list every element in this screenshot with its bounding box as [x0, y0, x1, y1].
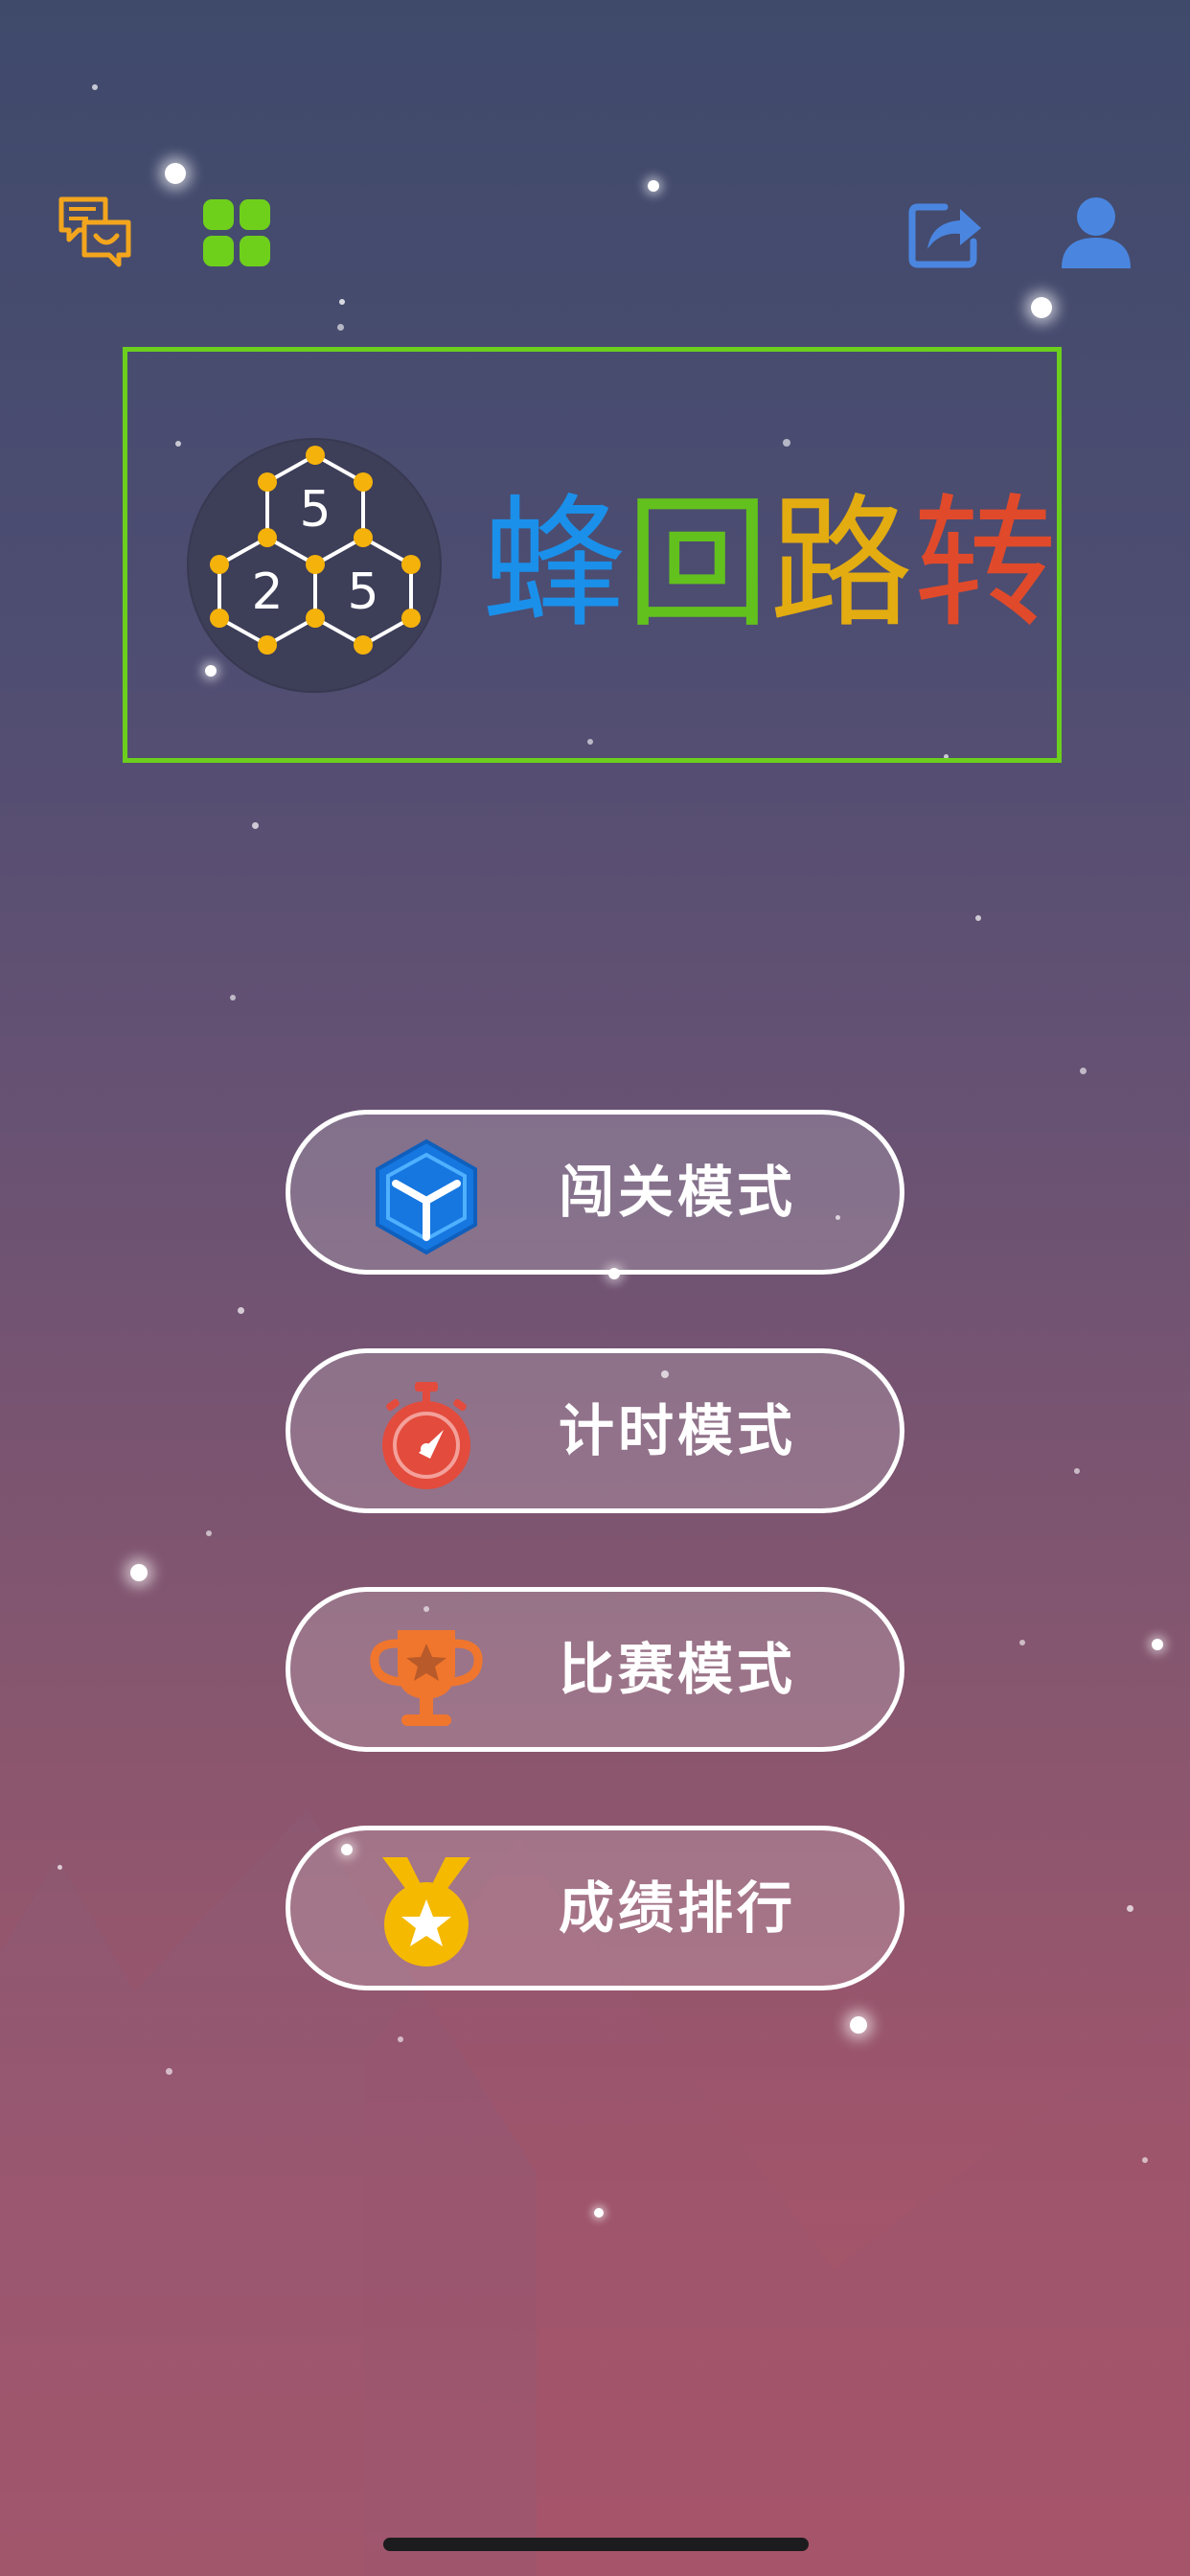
- share-icon[interactable]: [906, 194, 983, 270]
- logo-number-right: 5: [347, 564, 378, 621]
- app-title: 蜂回路转: [482, 469, 1057, 660]
- title-char: 蜂: [482, 481, 627, 648]
- timed-mode-label: 计时模式: [559, 1398, 797, 1463]
- leaderboard-button[interactable]: 成绩排行: [286, 1826, 904, 1990]
- user-profile-icon[interactable]: [1058, 194, 1134, 270]
- title-card: 5 2 5 蜂回路转: [123, 347, 1062, 763]
- title-char: 路: [769, 481, 914, 648]
- honeycomb-logo: 5 2 5: [187, 438, 442, 693]
- logo-number-left: 2: [251, 564, 283, 621]
- leaderboard-label: 成绩排行: [559, 1875, 797, 1941]
- competition-mode-button[interactable]: 比赛模式: [286, 1587, 904, 1752]
- home-indicator[interactable]: [383, 2538, 809, 2551]
- cube-icon: [367, 1138, 486, 1256]
- medal-icon: [367, 1853, 486, 1972]
- level-mode-button[interactable]: 闯关模式: [286, 1110, 904, 1275]
- competition-mode-label: 比赛模式: [559, 1637, 797, 1702]
- timed-mode-button[interactable]: 计时模式: [286, 1348, 904, 1513]
- stopwatch-icon: [367, 1376, 486, 1495]
- trophy-icon: [367, 1615, 486, 1734]
- title-char: 转: [913, 481, 1058, 648]
- logo-number-top: 5: [299, 481, 331, 539]
- chat-bubbles-icon[interactable]: [57, 194, 134, 270]
- honeycomb-icon: 5 2 5: [210, 446, 421, 655]
- grid-menu-icon[interactable]: [199, 194, 276, 270]
- title-char: 回: [626, 481, 770, 648]
- level-mode-label: 闯关模式: [559, 1160, 797, 1225]
